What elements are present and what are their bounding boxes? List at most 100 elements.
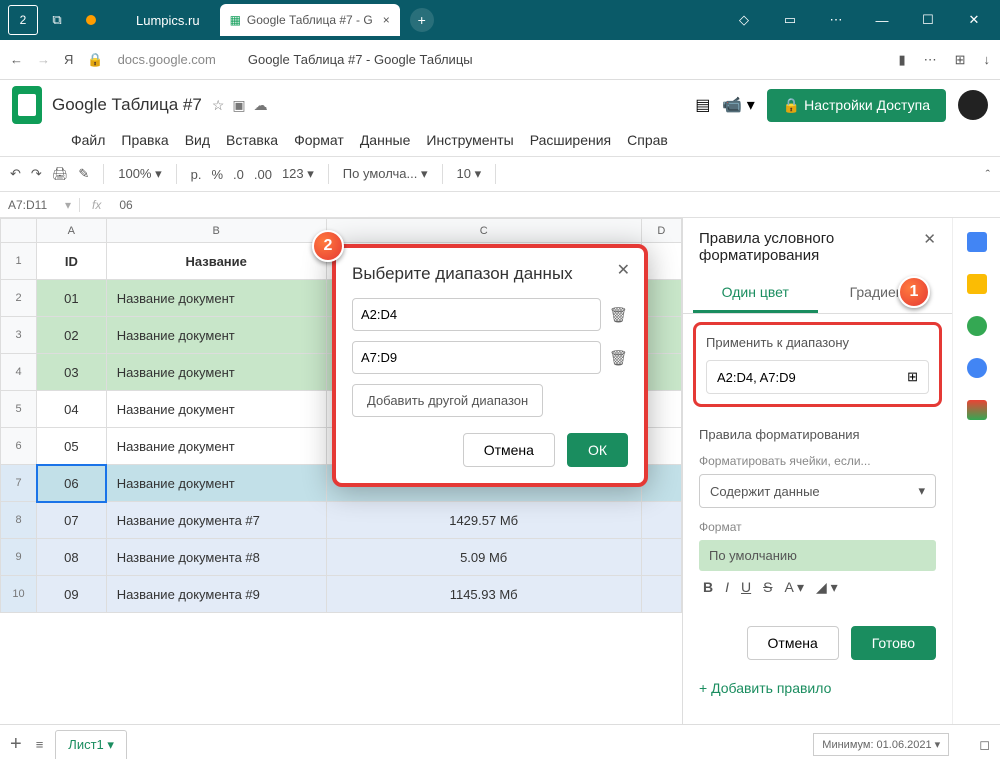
- close-tab-icon[interactable]: ×: [383, 13, 390, 27]
- maps-icon[interactable]: [967, 400, 987, 420]
- trash-icon[interactable]: 🗑: [609, 306, 628, 324]
- avatar[interactable]: [958, 90, 988, 120]
- marker-1: 1: [898, 276, 930, 308]
- bold-icon[interactable]: B: [703, 579, 713, 596]
- dec-more-icon[interactable]: .00: [254, 167, 272, 182]
- corner-cell[interactable]: [1, 219, 37, 243]
- close-icon[interactable]: ✕: [954, 4, 994, 36]
- cloud-icon[interactable]: ☁: [254, 97, 268, 114]
- panel-title: Правила условного форматирования ✕: [683, 226, 952, 274]
- sheet-tab[interactable]: Лист1 ▾: [55, 730, 127, 759]
- font-select[interactable]: По умолча... ▾: [343, 166, 428, 182]
- italic-icon[interactable]: I: [725, 579, 729, 596]
- cond-label: Форматировать ячейки, если...: [699, 454, 936, 468]
- menu-help[interactable]: Справ: [620, 130, 675, 150]
- grid-icon[interactable]: ⊞: [907, 369, 918, 385]
- col-a[interactable]: A: [37, 219, 107, 243]
- range-field[interactable]: A2:D4, A7:D9 ⊞: [706, 360, 929, 394]
- share-button[interactable]: 🔒 Настройки Доступа: [767, 89, 946, 122]
- menu-format[interactable]: Формат: [287, 130, 351, 150]
- text-color-icon[interactable]: A ▾: [784, 579, 803, 596]
- calendar-icon[interactable]: [967, 232, 987, 252]
- doc-name[interactable]: Google Таблица #7: [52, 95, 202, 115]
- more-icon[interactable]: ⋯: [816, 4, 856, 36]
- doc-header: Google Таблица #7 ☆ ▣ ☁ ▤ 📹 ▾ 🔒 Настройк…: [0, 80, 1000, 130]
- maximize-icon[interactable]: ☐: [908, 4, 948, 36]
- num-format-icon[interactable]: 123 ▾: [282, 166, 314, 182]
- name-box[interactable]: A7:D11 ▾: [0, 198, 80, 212]
- paint-icon[interactable]: ✎: [78, 166, 89, 182]
- back-icon[interactable]: ←: [10, 52, 23, 67]
- menu-dots-icon[interactable]: ⋯: [924, 52, 937, 68]
- currency-icon[interactable]: р.: [191, 167, 202, 182]
- url-text[interactable]: docs.google.com: [118, 52, 216, 67]
- panel-done-button[interactable]: Готово: [851, 626, 936, 660]
- account-icon[interactable]: ◇: [724, 4, 764, 36]
- star-icon[interactable]: ☆: [212, 97, 225, 114]
- condition-select[interactable]: Содержит данные▾: [699, 474, 936, 508]
- contacts-icon[interactable]: [967, 358, 987, 378]
- window-titlebar: 2 ⧉ Lumpics.ru ▦ Google Таблица #7 - G ×…: [0, 0, 1000, 40]
- move-icon[interactable]: ▣: [232, 97, 245, 114]
- menu-edit[interactable]: Правка: [114, 130, 175, 150]
- tasks-icon[interactable]: [967, 316, 987, 336]
- browser-tab-active[interactable]: ▦ Google Таблица #7 - G ×: [220, 4, 400, 36]
- download-icon[interactable]: ↓: [984, 52, 991, 68]
- menu-view[interactable]: Вид: [178, 130, 217, 150]
- percent-icon[interactable]: %: [211, 167, 223, 182]
- col-d[interactable]: D: [641, 219, 681, 243]
- strike-icon[interactable]: S: [763, 579, 772, 596]
- print-icon[interactable]: 🖨: [52, 166, 69, 182]
- menu-insert[interactable]: Вставка: [219, 130, 285, 150]
- collapse-toolbar-icon[interactable]: ˆ: [986, 167, 990, 182]
- browser-tab-1[interactable]: Lumpics.ru: [136, 13, 200, 28]
- meet-icon[interactable]: 📹 ▾: [722, 95, 754, 115]
- home-icon[interactable]: 2: [8, 5, 38, 35]
- dialog-close-icon[interactable]: ✕: [617, 260, 630, 280]
- window-controls: ◇ ▭ ⋯ — ☐ ✕: [724, 4, 994, 36]
- extensions-icon[interactable]: ⊞: [955, 52, 966, 68]
- collections-icon[interactable]: ▭: [770, 4, 810, 36]
- undo-icon[interactable]: ↶: [10, 166, 21, 182]
- minimize-icon[interactable]: —: [862, 4, 902, 36]
- status-aggregate[interactable]: Минимум: 01.06.2021 ▾: [813, 733, 949, 756]
- menu-bar: Файл Правка Вид Вставка Формат Данные Ин…: [0, 130, 1000, 156]
- menu-tools[interactable]: Инструменты: [419, 130, 520, 150]
- range-input-1[interactable]: [352, 298, 601, 331]
- add-range-button[interactable]: Добавить другой диапазон: [352, 384, 543, 417]
- bookmark-icon[interactable]: ▮: [898, 52, 905, 68]
- zoom-select[interactable]: 100% ▾: [118, 166, 161, 182]
- sheets-logo-icon[interactable]: [12, 86, 42, 124]
- redo-icon[interactable]: ↷: [31, 166, 42, 182]
- keep-icon[interactable]: [967, 274, 987, 294]
- close-panel-icon[interactable]: ✕: [923, 230, 936, 248]
- new-tab-button[interactable]: +: [410, 8, 434, 32]
- sheet-tab-menu-icon[interactable]: ▾: [107, 737, 114, 752]
- duplicate-icon[interactable]: ⧉: [42, 5, 72, 35]
- dec-less-icon[interactable]: .0: [233, 167, 244, 182]
- comment-icon[interactable]: ▤: [695, 95, 710, 115]
- format-preview[interactable]: По умолчанию: [699, 540, 936, 571]
- tab-single-color[interactable]: Один цвет: [693, 274, 818, 313]
- ya-icon[interactable]: Я: [64, 52, 73, 67]
- menu-data[interactable]: Данные: [353, 130, 418, 150]
- dialog-ok-button[interactable]: ОК: [567, 433, 628, 467]
- all-sheets-icon[interactable]: ≡: [36, 737, 44, 752]
- underline-icon[interactable]: U: [741, 579, 751, 596]
- add-sheet-button[interactable]: +: [10, 733, 22, 756]
- fill-color-icon[interactable]: ◢ ▾: [816, 579, 838, 596]
- dialog-cancel-button[interactable]: Отмена: [463, 433, 555, 467]
- menu-file[interactable]: Файл: [64, 130, 112, 150]
- col-c[interactable]: C: [326, 219, 641, 243]
- col-b[interactable]: B: [106, 219, 326, 243]
- explore-icon[interactable]: ◻: [979, 737, 990, 753]
- font-size[interactable]: 10 ▾: [457, 166, 482, 182]
- range-dialog: ✕ Выберите диапазон данных 🗑 🗑 Добавить …: [332, 244, 648, 487]
- range-input-2[interactable]: [352, 341, 601, 374]
- panel-cancel-button[interactable]: Отмена: [747, 626, 839, 660]
- add-rule-link[interactable]: + Добавить правило: [683, 670, 952, 706]
- menu-ext[interactable]: Расширения: [523, 130, 618, 150]
- trash-icon[interactable]: 🗑: [609, 349, 628, 367]
- formula-bar[interactable]: 06: [113, 198, 132, 212]
- lock-icon[interactable]: 🔒: [87, 52, 103, 68]
